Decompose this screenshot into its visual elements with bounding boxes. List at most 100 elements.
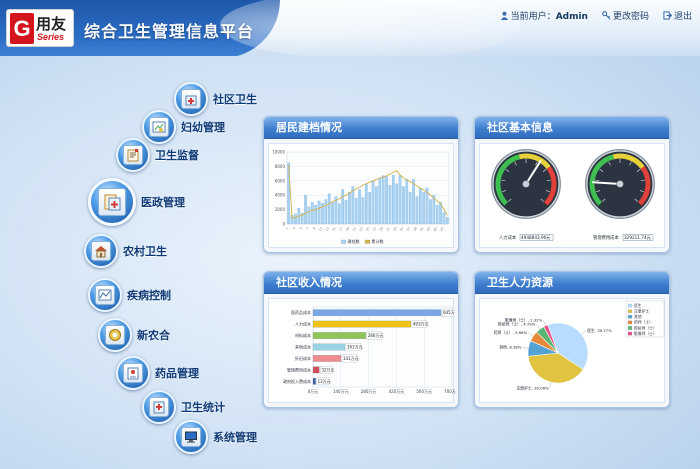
nav-label: 系统管理 — [213, 431, 257, 444]
logo-en: Series — [37, 32, 65, 42]
gauge-hub — [522, 180, 530, 188]
nav-label: 新农合 — [137, 329, 170, 342]
user-icon — [500, 11, 508, 20]
nav-orb — [116, 356, 150, 390]
category-label: 管理费用成本 — [287, 366, 311, 372]
pie-leader — [543, 320, 546, 326]
change-password-label: 更改密码 — [612, 12, 649, 22]
medical-admin-icon — [98, 188, 126, 216]
bar — [375, 186, 378, 225]
nav-item-new-coop[interactable]: 新农合 — [98, 318, 170, 352]
bar — [354, 197, 358, 225]
change-password-link[interactable]: 更改密码 — [602, 9, 649, 22]
y-tick-label: 2000 — [275, 207, 286, 212]
pie-leader — [528, 332, 534, 337]
bar — [429, 199, 432, 225]
exit-icon — [663, 11, 672, 20]
current-user: 当前用户：Admin — [500, 9, 588, 22]
x-tick-label: 9 — [312, 226, 316, 230]
x-tick-label: 13 — [325, 226, 330, 231]
bar — [310, 202, 314, 225]
bar — [435, 205, 439, 225]
x-tick-label: 41 — [419, 226, 424, 231]
nav-item-health-supervision[interactable]: 卫生监督 — [116, 138, 199, 172]
pie-label: 药师（士）, 5.66% — [494, 330, 528, 335]
statistics-icon — [149, 397, 169, 417]
y-tick-label: 6000 — [275, 178, 286, 183]
bar — [402, 186, 405, 225]
nav-item-drug-management[interactable]: 药品管理 — [116, 356, 199, 390]
legend-label: 检验师（士） — [634, 325, 657, 330]
category-label: 人力成本 — [295, 321, 311, 327]
category-label: 折旧成本 — [295, 355, 311, 361]
bar — [418, 187, 422, 225]
exit-link[interactable]: 退出 — [663, 9, 692, 22]
app-title: 综合卫生管理信息平台 — [84, 22, 255, 41]
bar — [304, 195, 307, 225]
nav-label: 医政管理 — [141, 196, 185, 209]
value-label: 141万元 — [343, 356, 359, 361]
bar — [412, 179, 415, 225]
nav-orb — [98, 318, 132, 352]
computer-icon — [181, 427, 201, 447]
x-tick-label: 700万元 — [444, 389, 455, 394]
x-tick-label: 23 — [358, 226, 363, 231]
maternal-icon — [149, 117, 169, 137]
nav-orb — [84, 234, 118, 268]
user-name: Admin — [555, 12, 588, 22]
nav-label: 妇幼管理 — [181, 121, 225, 134]
x-tick-label: 19 — [345, 226, 350, 231]
x-tick-label: 17 — [338, 226, 343, 231]
nav-item-health-statistics[interactable]: 卫生统计 — [142, 390, 225, 424]
value-label: 493万元 — [413, 322, 429, 327]
income-panel-body: 0万元 140万元 280万元 420万元 560万元 700万元 医药品成本 645万元人力… — [268, 298, 458, 403]
bar — [351, 186, 355, 225]
nav-label: 卫生统计 — [181, 401, 225, 414]
x-tick-label: 45 — [433, 226, 438, 231]
legend-swatch — [627, 326, 633, 330]
archive-chart: 10000800060004000200001 3 5 7 9 11 13 15 17 19 21 2… — [272, 150, 450, 244]
nav-orb — [142, 390, 176, 424]
bar — [442, 212, 446, 225]
nav-item-rural-health[interactable]: 农村卫生 — [84, 234, 167, 268]
value-label: 32万元 — [321, 367, 334, 372]
legend-swatch — [340, 239, 347, 244]
gauge-label: 管理费用成本 — [593, 234, 619, 241]
bar — [341, 189, 345, 225]
gauges-chart: 人力成本 4948843.90元 管理费用成本 329211.74元 — [491, 149, 655, 241]
nav-label: 药品管理 — [155, 367, 199, 380]
legend-swatch — [627, 309, 633, 313]
nav-orb — [88, 278, 122, 312]
yonyou-logo: G 用友 Series — [6, 9, 74, 47]
bar — [395, 183, 399, 225]
nav-item-system-management[interactable]: 系统管理 — [174, 420, 257, 454]
nav-item-medical-admin[interactable]: 医政管理 — [88, 178, 185, 226]
bar — [312, 320, 411, 328]
value-label: 645万元 — [443, 310, 455, 315]
nav-item-disease-control[interactable]: 疾病控制 — [88, 278, 171, 312]
x-tick-label: 1 — [285, 226, 289, 230]
y-tick-label: 10000 — [272, 150, 285, 155]
bar — [314, 205, 318, 225]
x-tick-label: 0万元 — [308, 389, 319, 394]
legend-label: 影像师（士） — [634, 331, 657, 336]
value-label: 266万元 — [368, 333, 384, 338]
x-tick-label: 560万元 — [416, 389, 432, 394]
nav-orb — [88, 178, 136, 226]
bar — [294, 213, 297, 225]
x-tick-label: 21 — [352, 226, 357, 231]
x-tick-label: 33 — [392, 226, 397, 231]
archive-panel: 居民建档情况 10000 8000 6000 4000 2000 0 1 3 5 7 9 11 13 15… — [263, 116, 459, 253]
legend-swatch — [364, 239, 371, 244]
y-tick-label: 8000 — [275, 164, 286, 169]
hr-panel: 卫生人力资源 医生, 39.77% 注册护士, 39.06% 其他, 8.38% 药师… — [474, 271, 670, 408]
user-label: 当前用户： — [510, 12, 556, 22]
bar — [378, 177, 382, 225]
income-chart: 0万元 140万元 280万元 420万元 560万元 700万元 医药品成本 645万元人力… — [283, 306, 458, 394]
legend-swatch — [627, 303, 633, 308]
pie-leader — [536, 324, 541, 330]
drug-icon — [123, 363, 143, 383]
cooperative-icon — [105, 325, 125, 345]
community-panel-title: 社区基本信息 — [475, 117, 669, 139]
bar — [348, 192, 351, 225]
